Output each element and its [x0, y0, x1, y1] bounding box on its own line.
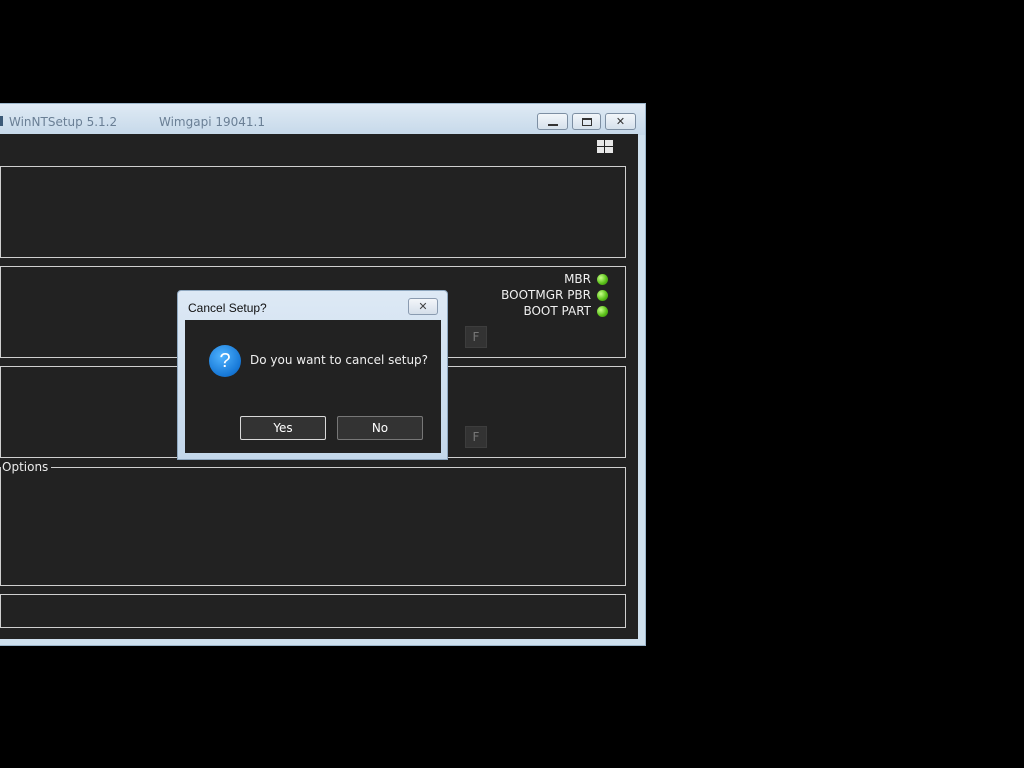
dialog-body: ? Do you want to cancel setup? Yes No	[185, 320, 441, 453]
close-icon: ✕	[418, 300, 428, 313]
dialog-close-button[interactable]: ✕	[408, 298, 438, 315]
window-title: WinNTSetup 5.1.2	[9, 115, 118, 129]
window-subtitle: Wimgapi 19041.1	[159, 115, 265, 129]
status-label: BOOTMGR PBR	[501, 288, 591, 302]
status-led-icon	[597, 289, 608, 301]
title-bar[interactable]: WinNTSetup 5.1.2 Wimgapi 19041.1 ✕	[0, 104, 645, 135]
status-led-icon	[597, 273, 608, 285]
question-icon: ?	[209, 345, 241, 377]
format-install-button[interactable]: F	[465, 426, 487, 448]
maximize-icon	[581, 117, 592, 126]
minimize-icon	[547, 123, 558, 126]
options-group: Options	[0, 460, 626, 586]
windows-logo-icon[interactable]	[597, 140, 613, 154]
maximize-button[interactable]	[572, 113, 601, 130]
app-icon	[0, 116, 3, 126]
source-group	[0, 166, 626, 258]
status-mbr: MBR	[564, 272, 608, 286]
cancel-setup-dialog: Cancel Setup? ✕ ? Do you want to cancel …	[177, 290, 448, 460]
close-button[interactable]: ✕	[605, 113, 636, 130]
dialog-title: Cancel Setup?	[188, 301, 267, 315]
options-label: Options	[1, 460, 52, 474]
status-boot-part: BOOT PART	[523, 304, 608, 318]
status-label: MBR	[564, 272, 591, 286]
yes-button[interactable]: Yes	[240, 416, 326, 440]
minimize-button[interactable]	[537, 113, 568, 130]
bottom-group	[0, 594, 626, 628]
close-icon: ✕	[615, 115, 626, 128]
dialog-message: Do you want to cancel setup?	[250, 353, 429, 367]
status-label: BOOT PART	[523, 304, 591, 318]
status-bootmgr-pbr: BOOTMGR PBR	[501, 288, 608, 302]
no-button[interactable]: No	[337, 416, 423, 440]
format-boot-button[interactable]: F	[465, 326, 487, 348]
status-led-icon	[597, 305, 608, 317]
